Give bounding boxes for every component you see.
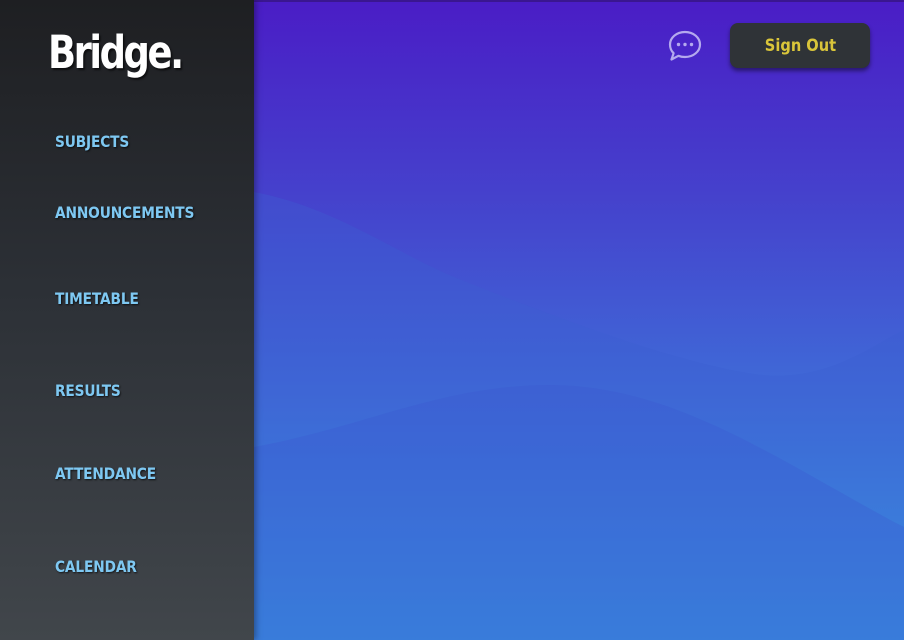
sidebar-item-calendar[interactable]: CALENDAR: [55, 559, 137, 575]
chat-button[interactable]: [667, 29, 703, 63]
sidebar-item-announcements[interactable]: ANNOUNCEMENTS: [55, 205, 194, 221]
sidebar-item-attendance[interactable]: ATTENDANCE: [55, 466, 156, 482]
main-content: [254, 0, 904, 640]
sidebar-item-timetable[interactable]: TIMETABLE: [55, 291, 139, 307]
sign-out-label: Sign Out: [764, 35, 836, 56]
sidebar-item-subjects[interactable]: SUBJECTS: [55, 134, 129, 150]
sidebar: Bridge. SUBJECTS ANNOUNCEMENTS TIMETABLE…: [0, 0, 254, 640]
app-window: Bridge. SUBJECTS ANNOUNCEMENTS TIMETABLE…: [0, 0, 904, 640]
background-waves: [254, 192, 904, 640]
brand-logo[interactable]: Bridge.: [48, 30, 184, 75]
chat-bubble-icon: [668, 30, 702, 61]
sign-out-button[interactable]: Sign Out: [730, 23, 870, 68]
sidebar-item-results[interactable]: RESULTS: [55, 383, 121, 399]
